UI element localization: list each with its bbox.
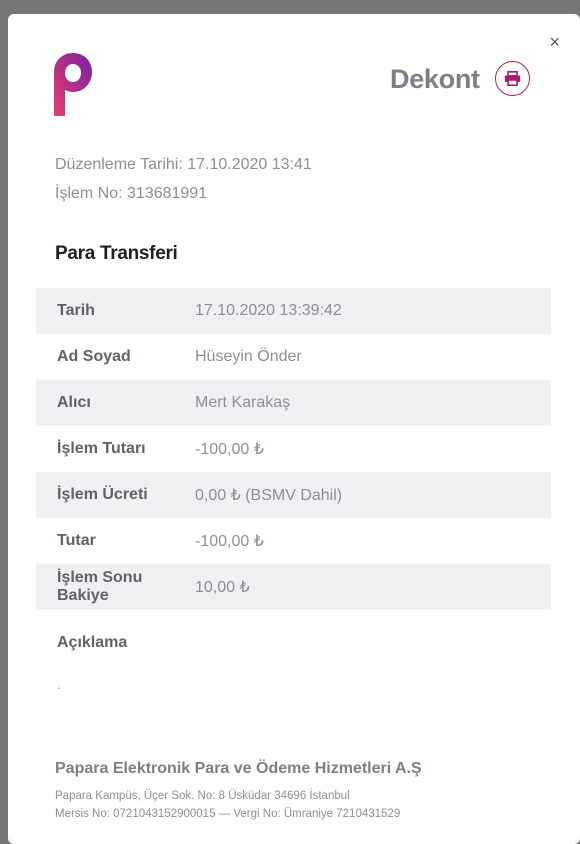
table-row: Tarih 17.10.2020 13:39:42 — [36, 288, 551, 334]
edit-date: Düzenleme Tarihi: 17.10.2020 13:41 — [55, 156, 312, 173]
section-title: Para Transferi — [55, 243, 178, 264]
row-label: Tarih — [57, 302, 95, 319]
row-value: Mert Karakaş — [195, 394, 291, 411]
table-row: Tutar -100,00 ₺ — [36, 518, 551, 564]
row-label: Ad Soyad — [57, 348, 131, 365]
page-title: Dekont — [390, 64, 480, 94]
company-address: Papara Kampüs, Üçer Sok. No: 8 Üsküdar 3… — [55, 790, 350, 802]
papara-logo-icon — [54, 53, 92, 116]
table-row: İşlem Tutarı -100,00 ₺ — [36, 426, 551, 472]
details-table: Tarih 17.10.2020 13:39:42 Ad Soyad Hüsey… — [36, 288, 551, 610]
row-value: 10,00 ₺ — [195, 579, 250, 596]
row-value: -100,00 ₺ — [195, 441, 264, 458]
row-value: Hüseyin Önder — [195, 348, 302, 365]
table-row: Ad Soyad Hüseyin Önder — [36, 334, 551, 380]
printer-icon — [504, 71, 521, 86]
row-value: 0,00 ₺ (BSMV Dahil) — [195, 487, 343, 504]
description-value: . — [57, 676, 61, 692]
row-label: Tutar — [57, 532, 96, 549]
close-button[interactable]: × — [549, 32, 560, 52]
print-button[interactable] — [495, 61, 530, 96]
company-registry: Mersis No: 0721043152900015 — Vergi No: … — [55, 808, 401, 820]
row-label: Alıcı — [57, 394, 91, 411]
row-label: İşlem Tutarı — [57, 440, 146, 457]
table-row: Alıcı Mert Karakaş — [36, 380, 551, 426]
receipt-modal: × Dekont Düzenleme Tarihi: 17.10.2020 13… — [8, 14, 580, 844]
row-value: -100,00 ₺ — [195, 533, 264, 550]
company-name: Papara Elektronik Para ve Ödeme Hizmetle… — [55, 760, 422, 777]
row-label: İşlem Ücreti — [57, 486, 148, 503]
row-value: 17.10.2020 13:39:42 — [195, 302, 342, 319]
row-label: İşlem Sonu Bakiye — [57, 569, 143, 604]
transaction-number: İşlem No: 313681991 — [55, 185, 208, 202]
description-label: Açıklama — [57, 634, 128, 651]
table-row: İşlem Ücreti 0,00 ₺ (BSMV Dahil) — [36, 472, 551, 518]
table-row: İşlem Sonu Bakiye 10,00 ₺ — [36, 564, 551, 610]
